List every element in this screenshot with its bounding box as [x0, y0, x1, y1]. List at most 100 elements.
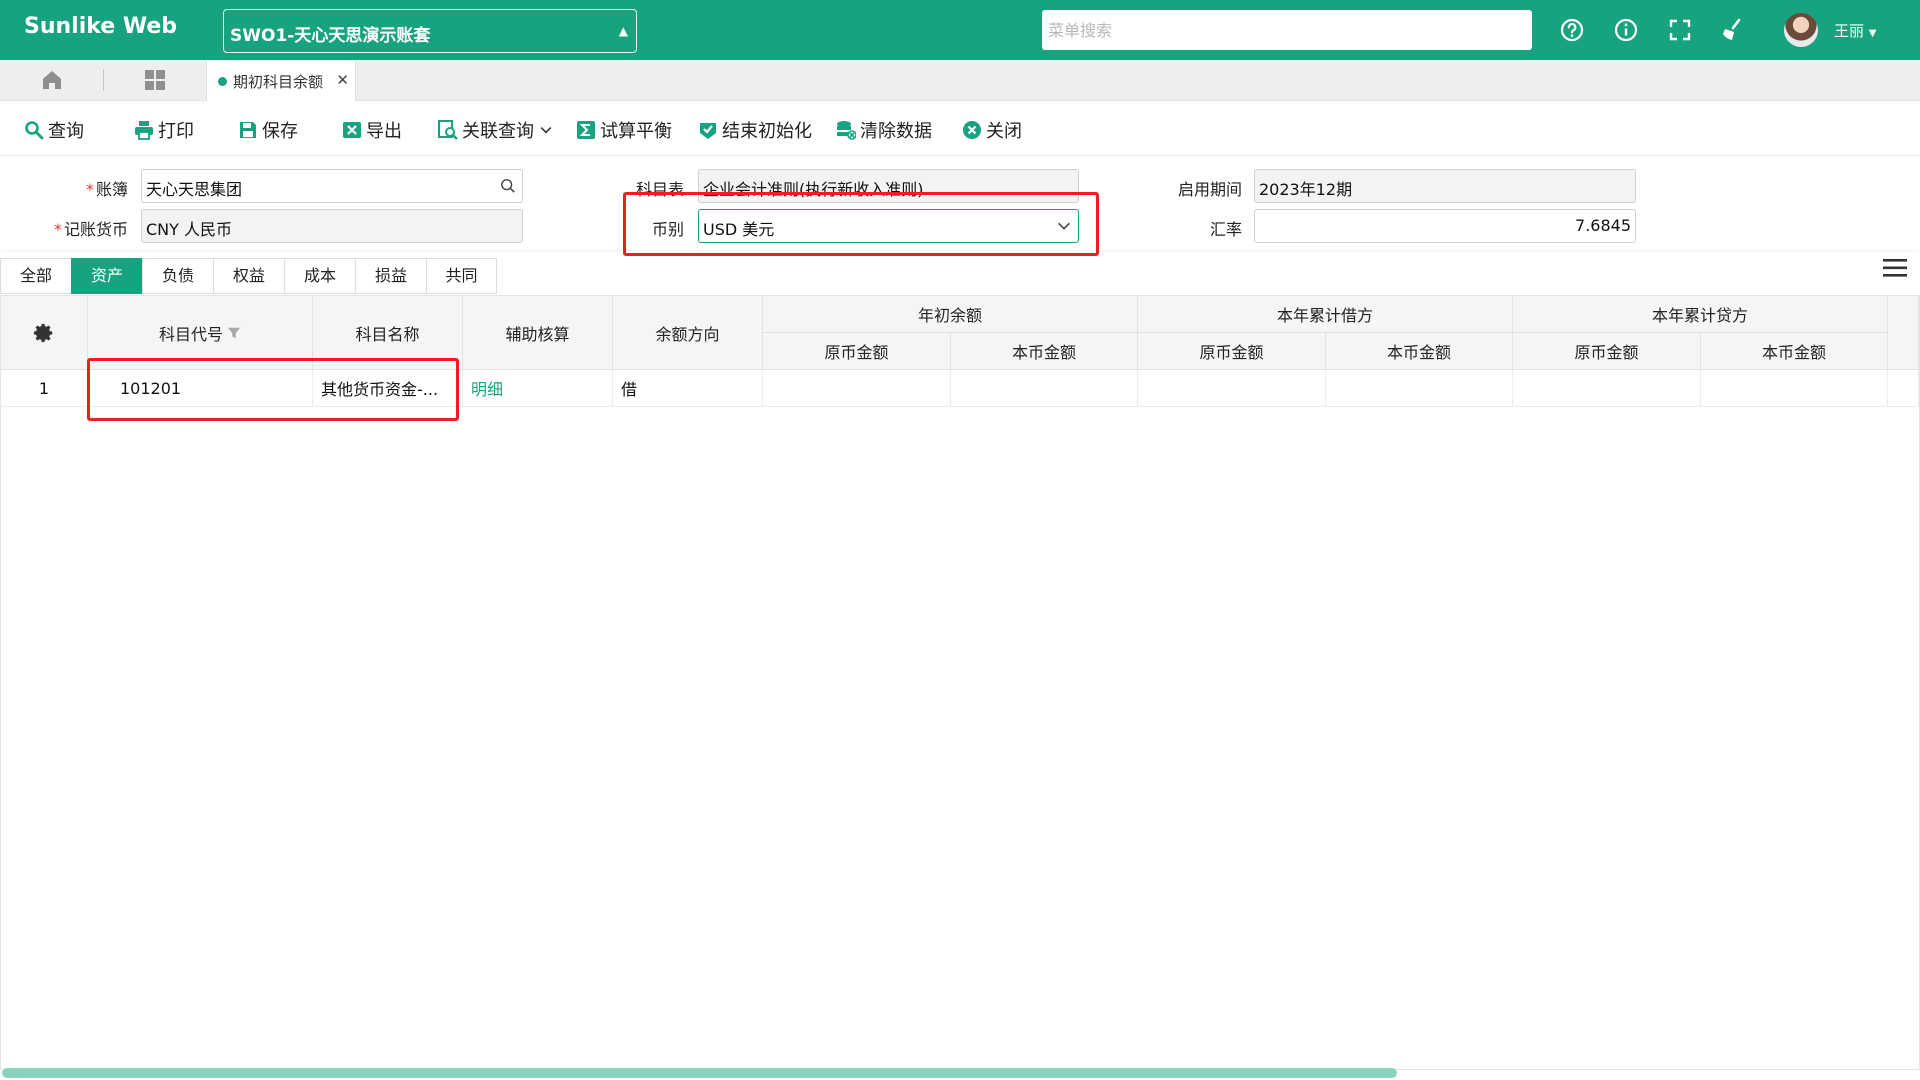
- finish-init-button[interactable]: 结束初始化: [698, 116, 812, 144]
- close-circle-icon: [963, 121, 981, 139]
- header-group-credit: 本年累计贷方: [1513, 296, 1888, 333]
- period-field: 2023年12期: [1254, 169, 1636, 203]
- row-credit-orig[interactable]: [1513, 370, 1701, 407]
- tab-equity[interactable]: 权益: [213, 258, 284, 294]
- tab-common[interactable]: 共同: [426, 258, 497, 294]
- clean-broom-icon[interactable]: [1718, 16, 1746, 44]
- header-code[interactable]: 科目代号: [88, 296, 313, 370]
- help-icon[interactable]: [1558, 16, 1586, 44]
- filter-icon[interactable]: [227, 326, 241, 340]
- row-filler: [1888, 370, 1919, 407]
- currency-select[interactable]: USD 美元: [698, 209, 1079, 243]
- column-menu-icon[interactable]: [1882, 257, 1908, 279]
- row-index: 1: [1, 370, 88, 407]
- header-opening-local[interactable]: 本币金额: [951, 333, 1138, 370]
- user-avatar[interactable]: [1784, 13, 1818, 47]
- save-button[interactable]: 保存: [238, 116, 298, 144]
- print-button[interactable]: 打印: [134, 116, 194, 144]
- query-label: 查询: [48, 121, 84, 142]
- clear-data-label: 清除数据: [860, 121, 932, 142]
- tab-label: 期初科目余额: [233, 73, 324, 91]
- excel-export-icon: [343, 122, 361, 138]
- header-credit-local[interactable]: 本币金额: [1701, 333, 1888, 370]
- ledger-label: * 账簿: [60, 176, 128, 200]
- sigma-icon: [577, 121, 595, 139]
- header-debit-orig[interactable]: 原币金额: [1138, 333, 1326, 370]
- search-icon: [25, 121, 44, 140]
- trial-balance-button[interactable]: 试算平衡: [576, 116, 672, 144]
- grid-apps-icon[interactable]: [144, 69, 166, 91]
- tab-divider: [103, 69, 104, 91]
- caret-down-icon: ▼: [1868, 28, 1877, 39]
- book-currency-value: CNY 人民币: [146, 220, 233, 239]
- header-direction[interactable]: 余额方向: [613, 296, 763, 370]
- related-query-button[interactable]: 关联查询: [438, 116, 554, 144]
- header-name[interactable]: 科目名称: [313, 296, 463, 370]
- row-name[interactable]: 其他货币资金-...: [313, 370, 463, 407]
- ledger-field[interactable]: 天心天思集团: [141, 169, 523, 203]
- save-label: 保存: [262, 121, 298, 142]
- query-button[interactable]: 查询: [24, 116, 84, 144]
- row-opening-local[interactable]: [951, 370, 1138, 407]
- chart-value: 企业会计准则(执行新收入准则): [703, 180, 924, 199]
- related-query-label: 关联查询: [462, 121, 534, 142]
- chevron-down-icon: [1058, 222, 1070, 230]
- home-icon[interactable]: [40, 68, 64, 92]
- header-debit-local[interactable]: 本币金额: [1326, 333, 1513, 370]
- row-opening-orig[interactable]: [763, 370, 951, 407]
- tab-opening-balance[interactable]: 期初科目余额 ✕: [206, 61, 356, 101]
- active-dot-icon: [218, 77, 227, 86]
- row-credit-local[interactable]: [1701, 370, 1888, 407]
- account-set-value: SWO1-天心天思演示账套: [230, 26, 431, 46]
- rate-input[interactable]: 7.6845: [1254, 209, 1636, 243]
- chart-label: 科目表: [635, 180, 684, 199]
- tab-liabilities[interactable]: 负债: [142, 258, 213, 294]
- clear-data-button[interactable]: 清除数据: [836, 116, 932, 144]
- header-credit-orig[interactable]: 原币金额: [1513, 333, 1701, 370]
- rate-value: 7.6845: [1575, 216, 1631, 235]
- tab-assets[interactable]: 资产: [71, 258, 142, 294]
- username: 王丽: [1834, 22, 1865, 40]
- tab-all[interactable]: 全部: [0, 258, 71, 294]
- trial-balance-label: 试算平衡: [600, 121, 672, 142]
- header-aux[interactable]: 辅助核算: [463, 296, 613, 370]
- currency-label: 币别: [651, 220, 684, 239]
- search-icon[interactable]: [500, 178, 516, 194]
- header-opening-orig[interactable]: 原币金额: [763, 333, 951, 370]
- close-tab-icon[interactable]: ✕: [336, 71, 349, 89]
- row-direction[interactable]: 借: [613, 370, 763, 407]
- required-mark: *: [85, 180, 94, 199]
- ledger-value: 天心天思集团: [146, 180, 243, 199]
- print-icon: [135, 121, 153, 140]
- row-code[interactable]: 101201: [88, 370, 313, 407]
- info-icon[interactable]: [1612, 16, 1640, 44]
- tab-cost[interactable]: 成本: [284, 258, 355, 294]
- category-tabs: 全部 资产 负债 权益 成本 损益 共同: [0, 258, 497, 294]
- grid-settings-header[interactable]: [1, 296, 88, 370]
- header-group-debit: 本年累计借方: [1138, 296, 1513, 333]
- row-debit-local[interactable]: [1326, 370, 1513, 407]
- ledger-label-text: 账簿: [95, 180, 128, 199]
- row-aux-detail-link[interactable]: 明细: [463, 370, 613, 407]
- chart-field: 企业会计准则(执行新收入准则): [698, 169, 1079, 203]
- header-group-opening: 年初余额: [763, 296, 1138, 333]
- finish-init-label: 结束初始化: [722, 121, 812, 142]
- header-code-label: 科目代号: [158, 324, 223, 344]
- tab-profit-loss[interactable]: 损益: [355, 258, 426, 294]
- chevron-down-icon: [540, 127, 552, 134]
- row-debit-orig[interactable]: [1138, 370, 1326, 407]
- header-filler: [1888, 296, 1919, 370]
- fullscreen-icon[interactable]: [1666, 16, 1694, 44]
- period-value: 2023年12期: [1259, 180, 1353, 199]
- brand-logo: Sunlike Web: [24, 14, 178, 39]
- export-label: 导出: [366, 121, 402, 142]
- gear-icon[interactable]: [33, 322, 55, 344]
- horizontal-scrollbar[interactable]: [2, 1068, 1397, 1078]
- account-set-select[interactable]: SWO1-天心天思演示账套 ▲: [223, 9, 637, 53]
- menu-search-input[interactable]: [1042, 10, 1532, 50]
- export-button[interactable]: 导出: [342, 116, 402, 144]
- related-query-icon: [438, 120, 458, 140]
- user-menu[interactable]: 王丽 ▼: [1834, 20, 1877, 41]
- close-label: 关闭: [986, 121, 1022, 142]
- close-button[interactable]: 关闭: [962, 116, 1022, 144]
